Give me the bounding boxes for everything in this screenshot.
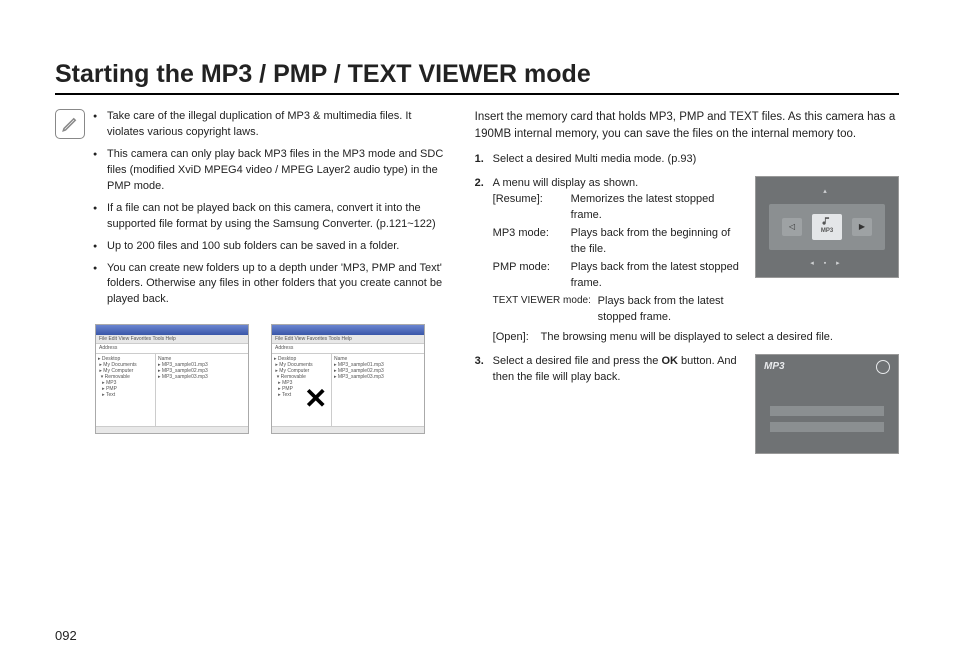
notes-list: Take care of the illegal duplication of … [93,109,447,314]
next-mode-icon: ▶ [852,218,872,236]
step-3: 3. Select a desired file and press the O… [475,354,899,454]
mode-definitions: [Resume]:Memorizes the latest stopped fr… [493,192,745,326]
mp3-label: MP3 [764,360,785,375]
steps-list: 1. Select a desired Multi media mode. (p… [475,152,899,453]
right-column: Insert the memory card that holds MP3, P… [475,109,899,462]
explorer-invalid: File Edit View Favorites Tools Help Addr… [271,324,425,434]
nav-arrows-icon: ◂ ▪ ▸ [756,259,898,269]
step-1: 1. Select a desired Multi media mode. (p… [475,152,899,168]
camera-lcd-menu: ▴ ◁ MP3 ▶ ◂ ▪ ▸ [755,176,899,278]
page-number: 092 [55,628,77,643]
manual-page: Starting the MP3 / PMP / TEXT VIEWER mod… [0,0,954,665]
up-arrow-icon: ▴ [756,187,898,197]
mp3-tile: MP3 [812,214,842,240]
progress-bar [770,422,884,432]
explorer-valid: File Edit View Favorites Tools Help Addr… [95,324,249,434]
intro-text: Insert the memory card that holds MP3, P… [475,109,899,142]
note-icon [55,109,85,139]
face-icon [876,360,890,374]
prev-mode-icon: ◁ [782,218,802,236]
note-item: This camera can only play back MP3 files… [93,147,447,195]
note-item: If a file can not be played back on this… [93,201,447,233]
note-item: You can create new folders up to a depth… [93,261,447,309]
explorer-screenshots: File Edit View Favorites Tools Help Addr… [95,324,447,434]
camera-lcd-player: MP3 [755,354,899,454]
note-item: Take care of the illegal duplication of … [93,109,447,141]
left-column: Take care of the illegal duplication of … [55,109,447,462]
title-rule [55,93,899,95]
page-title: Starting the MP3 / PMP / TEXT VIEWER mod… [55,60,899,89]
step-2: 2. A menu will display as shown. [Resume… [475,176,899,345]
note-item: Up to 200 files and 100 sub folders can … [93,239,447,255]
track-indicator [770,406,884,416]
